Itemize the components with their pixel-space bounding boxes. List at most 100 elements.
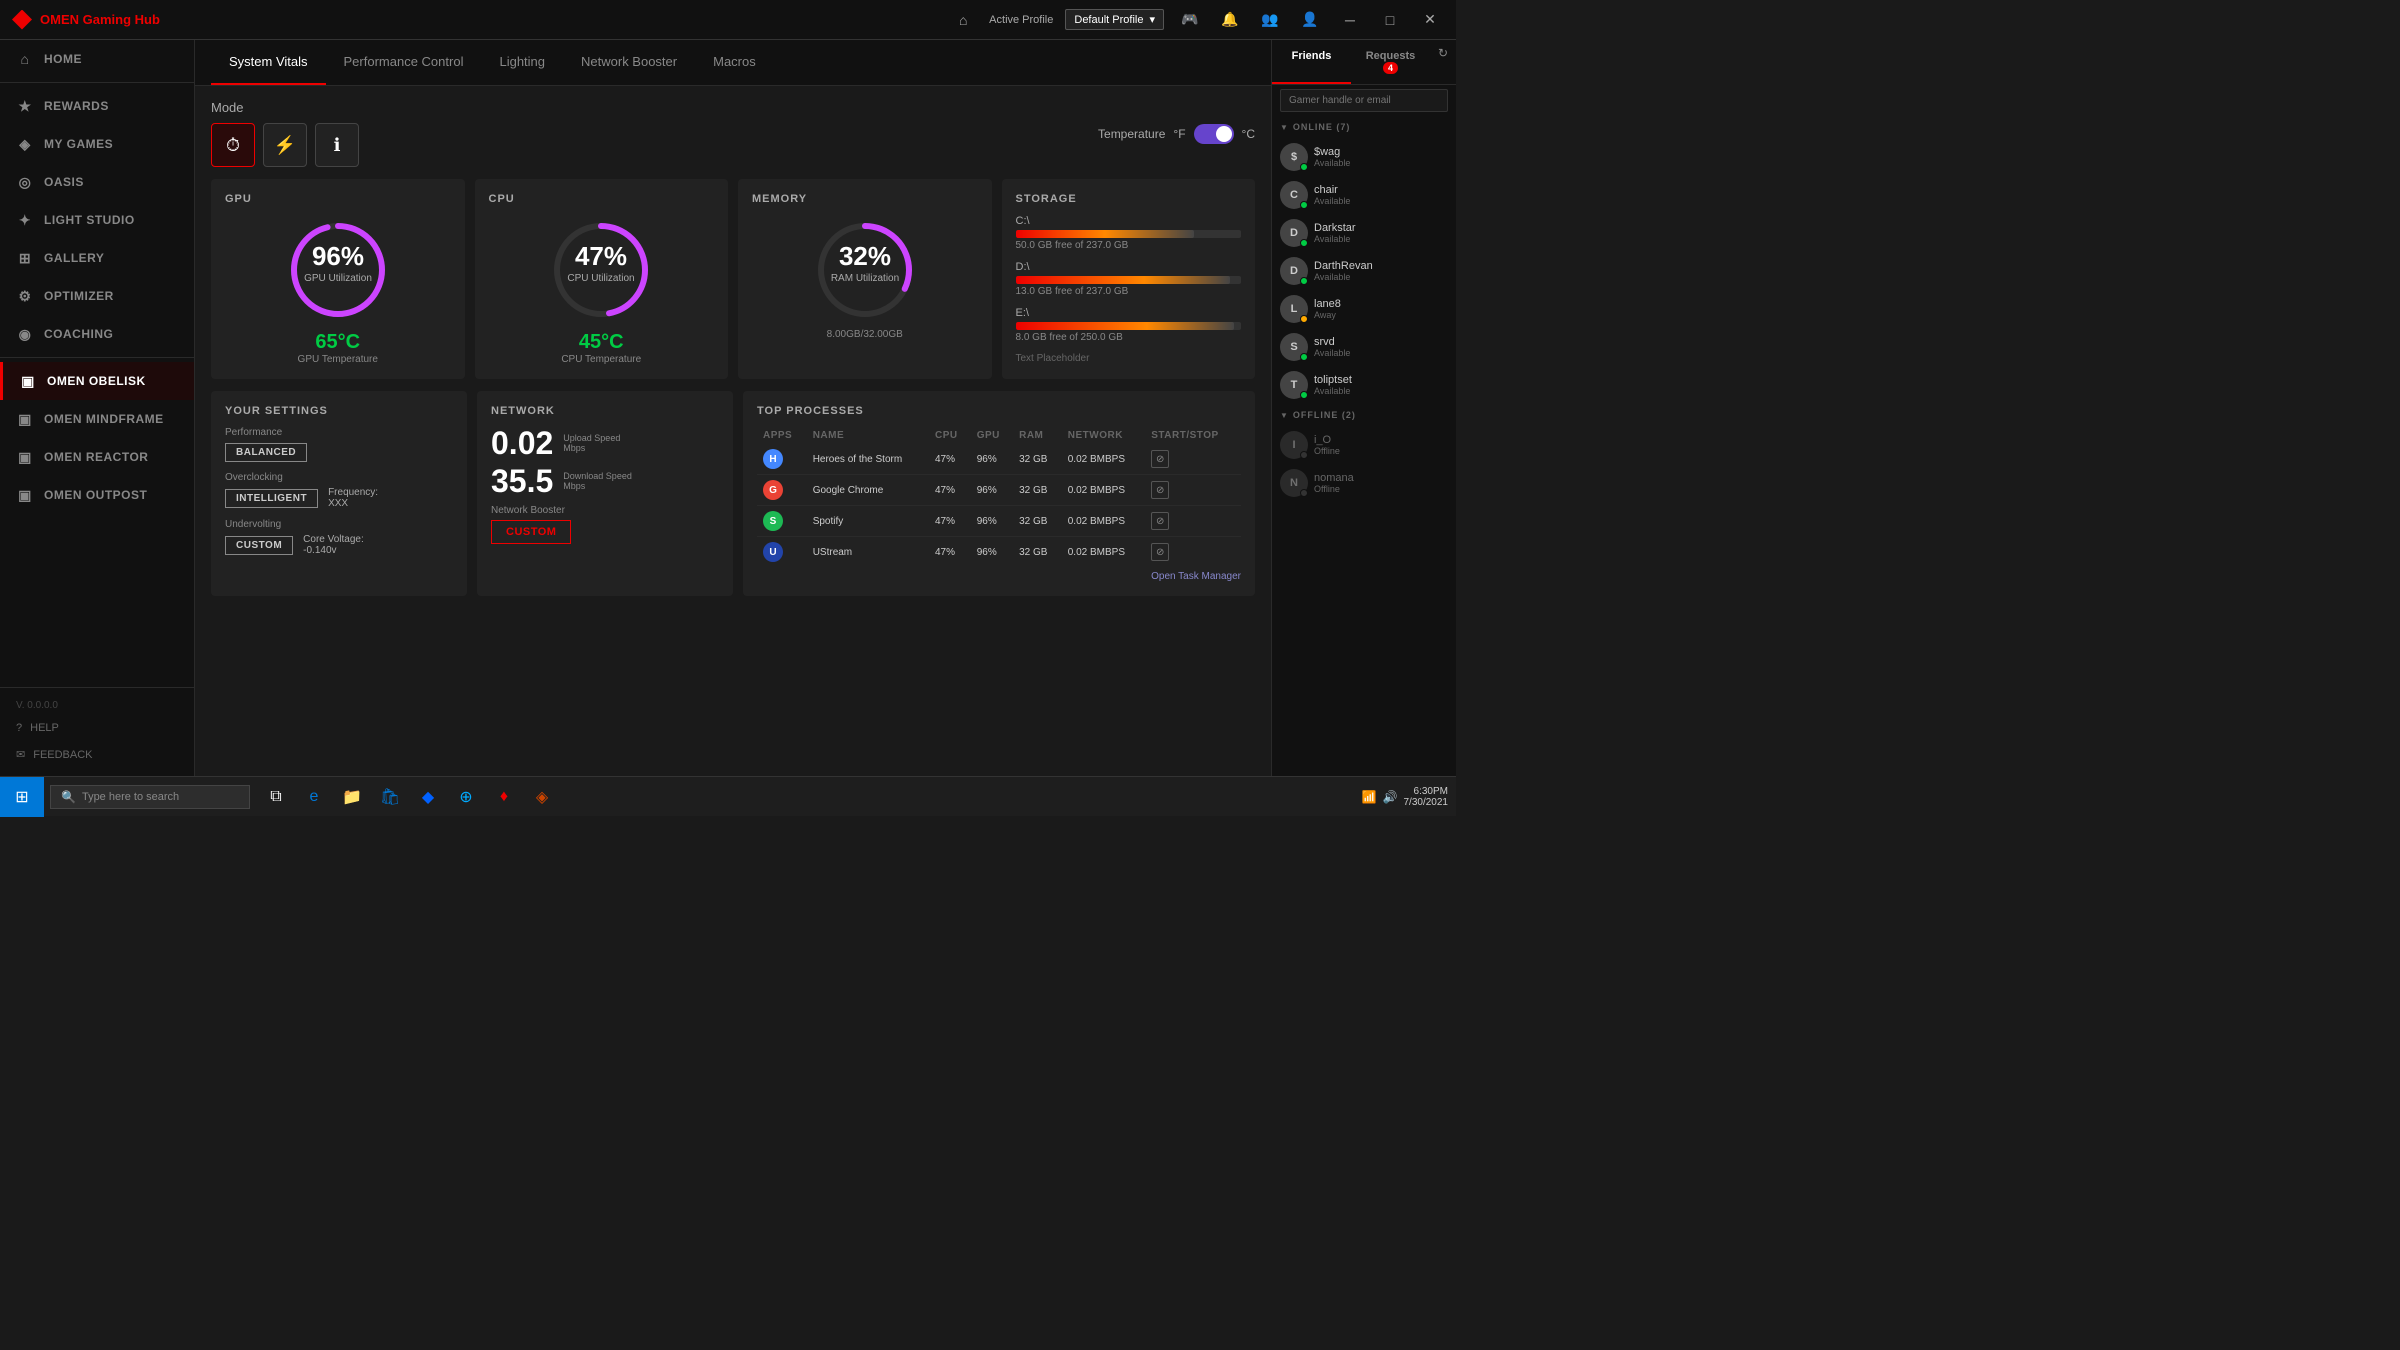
stop-process-button[interactable]: ⊘ (1151, 512, 1169, 530)
user-icon[interactable]: 👤 (1296, 6, 1324, 34)
col-gpu: GPU (971, 427, 1013, 444)
friend-item-online[interactable]: D Darkstar Available (1272, 214, 1456, 252)
sidebar-item-gallery[interactable]: ⊞ GALLERY (0, 239, 194, 277)
mode-performance-icon[interactable]: ⏱ (211, 123, 255, 167)
app-logo: OMEN Gaming Hub (12, 10, 160, 30)
edge-browser-button[interactable]: e (296, 777, 332, 817)
profile-dropdown[interactable]: Default Profile ▾ (1065, 9, 1164, 30)
friends-refresh-button[interactable]: ↻ (1430, 40, 1456, 66)
profile-value: Default Profile (1074, 14, 1143, 26)
sidebar-item-omen-reactor[interactable]: ▣ OMEN REACTOR (0, 438, 194, 476)
home-icon[interactable]: ⌂ (949, 6, 977, 34)
drive-c-label: C:\ (1016, 215, 1242, 227)
bell-icon[interactable]: 🔔 (1216, 6, 1244, 34)
sidebar-item-coaching[interactable]: ◉ COACHING (0, 315, 194, 353)
minimize-button[interactable]: ─ (1336, 6, 1364, 34)
friend-item-offline[interactable]: I i_O Offline (1272, 426, 1456, 464)
rewards-icon: ★ (16, 97, 34, 115)
cpu-title: CPU (489, 193, 715, 205)
drive-e-free: 8.0 GB free of 250.0 GB (1016, 332, 1242, 343)
people-icon[interactable]: 👥 (1256, 6, 1284, 34)
open-task-manager-link[interactable]: Open Task Manager (757, 571, 1241, 582)
friend-name: srvd (1314, 336, 1448, 348)
friend-status-dot (1300, 163, 1308, 171)
extra-app-button[interactable]: ◈ (524, 777, 560, 817)
friend-item-offline[interactable]: N nomana Offline (1272, 464, 1456, 502)
friend-name: toliptset (1314, 374, 1448, 386)
help-button[interactable]: ? HELP (0, 715, 194, 741)
tab-requests[interactable]: Requests 4 (1351, 40, 1430, 84)
proc-name: Heroes of the Storm (807, 444, 929, 475)
friend-item-online[interactable]: S srvd Available (1272, 328, 1456, 366)
cpu-util-text: CPU Utilization (568, 273, 635, 284)
temperature-toggle-section: Temperature °F °C (1098, 124, 1255, 144)
mode-boost-icon[interactable]: ⚡ (263, 123, 307, 167)
temp-f-label: °F (1173, 127, 1185, 141)
friend-name: $wag (1314, 146, 1448, 158)
tab-performance-control[interactable]: Performance Control (326, 40, 482, 85)
main-layout: ⌂ HOME ★ REWARDS ◈ MY GAMES ◎ OASIS ✦ LI… (0, 40, 1456, 776)
taskview-button[interactable]: ⧉ (258, 777, 294, 817)
sidebar-item-my-games[interactable]: ◈ MY GAMES (0, 125, 194, 163)
home-sidebar-icon: ⌂ (16, 50, 34, 68)
friend-info: nomana Offline (1314, 472, 1448, 494)
network-status-icon[interactable]: 📶 (1362, 790, 1377, 804)
undervolting-button[interactable]: CUSTOM (225, 536, 293, 555)
friend-item-online[interactable]: L lane8 Away (1272, 290, 1456, 328)
friend-item-online[interactable]: T toliptset Available (1272, 366, 1456, 404)
cpu-temp-label: CPU Temperature (561, 354, 641, 365)
memory-gauge-svg: 32% RAM Utilization (810, 215, 920, 325)
sidebar-item-omen-outpost[interactable]: ▣ OMEN OUTPOST (0, 476, 194, 514)
omen-taskbar-button[interactable]: ♦ (486, 777, 522, 817)
start-button[interactable]: ⊞ (0, 777, 44, 817)
store-button[interactable]: 🛍 (372, 777, 408, 817)
controller-icon[interactable]: 🎮 (1176, 6, 1204, 34)
sidebar-item-light-studio[interactable]: ✦ LIGHT STUDIO (0, 201, 194, 239)
sidebar-item-home[interactable]: ⌂ HOME (0, 40, 194, 78)
upload-unit: Mbps (563, 443, 620, 453)
friend-item-online[interactable]: C chair Available (1272, 176, 1456, 214)
drive-e-bar-bg (1016, 322, 1242, 330)
sidebar-item-omen-mindframe[interactable]: ▣ OMEN MINDFRAME (0, 400, 194, 438)
app-icon: U (763, 542, 783, 562)
tab-network-booster[interactable]: Network Booster (563, 40, 695, 85)
proc-ram: 32 GB (1013, 444, 1062, 475)
taskbar: ⊞ 🔍 Type here to search ⧉ e 📁 🛍 ◆ ⊕ ♦ ◈ … (0, 776, 1456, 816)
core-voltage-info: Core Voltage: -0.140v (303, 534, 364, 556)
friend-avatar: C (1280, 181, 1308, 209)
dropbox-button[interactable]: ◆ (410, 777, 446, 817)
sidebar-item-oasis[interactable]: ◎ OASIS (0, 163, 194, 201)
upload-labels: Upload Speed Mbps (563, 433, 620, 453)
stop-process-button[interactable]: ⊘ (1151, 481, 1169, 499)
active-profile-label: Active Profile (989, 14, 1053, 26)
performance-button[interactable]: BALANCED (225, 443, 307, 462)
friends-search-input[interactable] (1280, 89, 1448, 112)
tab-macros[interactable]: Macros (695, 40, 774, 85)
tab-lighting[interactable]: Lighting (481, 40, 563, 85)
mode-info-icon[interactable]: ℹ (315, 123, 359, 167)
hp-button[interactable]: ⊕ (448, 777, 484, 817)
tab-friends[interactable]: Friends (1272, 40, 1351, 84)
temp-unit-toggle[interactable] (1194, 124, 1234, 144)
sidebar-item-omen-obelisk[interactable]: ▣ OMEN OBELISK (0, 362, 194, 400)
sidebar-label-light-studio: LIGHT STUDIO (44, 213, 135, 227)
offline-friends-list: I i_O Offline N nomana Offline (1272, 426, 1456, 502)
volume-icon[interactable]: 🔊 (1383, 790, 1398, 804)
friend-status-dot (1300, 239, 1308, 247)
table-row: G Google Chrome 47% 96% 32 GB 0.02 BMBPS… (757, 475, 1241, 506)
close-button[interactable]: ✕ (1416, 6, 1444, 34)
maximize-button[interactable]: □ (1376, 6, 1404, 34)
feedback-button[interactable]: ✉ FEEDBACK (0, 741, 194, 768)
taskbar-search-box[interactable]: 🔍 Type here to search (50, 785, 250, 809)
friend-item-online[interactable]: D DarthRevan Available (1272, 252, 1456, 290)
friend-item-online[interactable]: $ $wag Available (1272, 138, 1456, 176)
tab-system-vitals[interactable]: System Vitals (211, 40, 326, 85)
sidebar-item-optimizer[interactable]: ⚙ OPTIMIZER (0, 277, 194, 315)
file-explorer-button[interactable]: 📁 (334, 777, 370, 817)
stop-process-button[interactable]: ⊘ (1151, 543, 1169, 561)
network-booster-custom-button[interactable]: CUSTOM (491, 520, 571, 544)
proc-stop-cell: ⊘ (1145, 444, 1241, 475)
overclocking-button[interactable]: INTELLIGENT (225, 489, 318, 508)
sidebar-item-rewards[interactable]: ★ REWARDS (0, 87, 194, 125)
stop-process-button[interactable]: ⊘ (1151, 450, 1169, 468)
